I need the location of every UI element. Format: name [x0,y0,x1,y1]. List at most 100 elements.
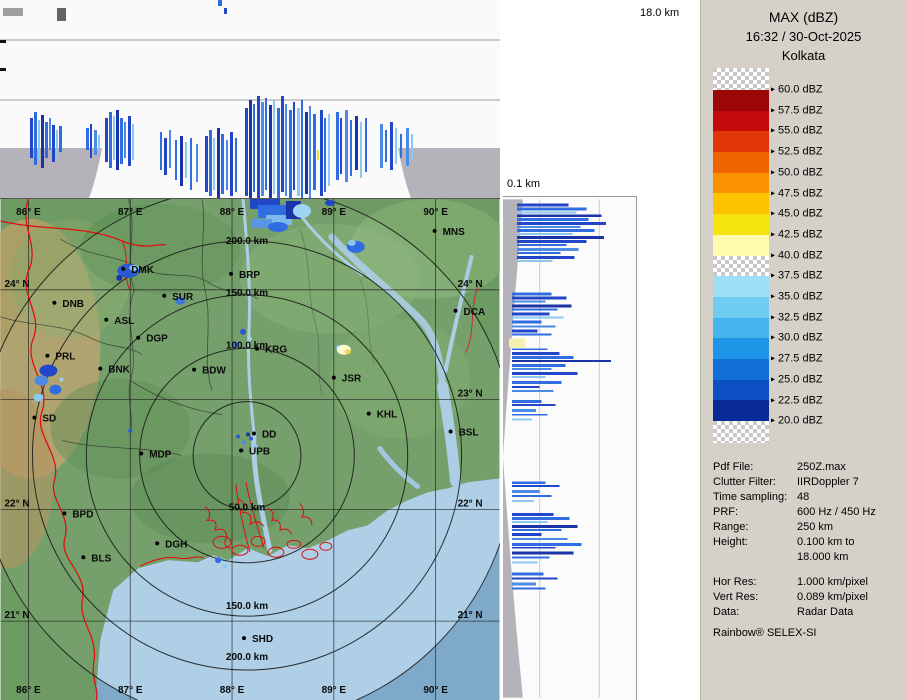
colorbar-label-row: ▸ 52.5 dBZ [771,145,823,157]
scale-arrow-icon: ▸ [771,394,776,404]
brand-label: Rainbow® SELEX-SI [713,627,817,639]
top-height-profile-panel [0,0,500,198]
scale-arrow-icon: ▸ [771,208,776,218]
city-label: BPD [72,509,93,520]
colorbar-label: 37.5 dBZ [778,269,823,282]
info-row: Pdf File: 250Z.max [713,460,905,475]
info-value: Radar Data [797,606,854,618]
colorbar-label: 45.0 dBZ [778,207,823,220]
dbz-colorbar: ▸ 60.0 dBZ ▸ 57.5 dBZ ▸ 55.0 dBZ ▸ 52.5 dBZ ▸ 50.… [713,68,903,446]
legend-header: MAX (dBZ) 16:32 / 30-Oct-2025 Kolkata [701,0,906,65]
colorbar-label: 42.5 dBZ [778,228,823,241]
colorbar-label-row: ▸ 20.0 dBZ [771,415,823,427]
city-label: KHL [377,410,398,421]
latitude-label: 22° N [458,498,483,509]
station-name: Kolkata [781,48,826,63]
colorbar-label-row: ▸ 32.5 dBZ [771,311,823,323]
info-value: 0.089 km/pixel [797,591,868,603]
radar-map: 86° E 86° E 87° E 87° E 88° E 88° E 89° E 89° E… [0,199,500,700]
colorbar-label-row: ▸ 27.5 dBZ [771,352,823,364]
colorbar-label-row: ▸ 37.5 dBZ [771,270,823,282]
colorbar-label-row: ▸ 40.0 dBZ [771,249,823,261]
city-label: MDP [149,449,172,460]
city-dot [453,308,458,313]
city-dot [448,429,453,434]
longitude-label: 86° E [16,685,41,696]
city-label: BSL [459,428,479,439]
colorbar-label: 22.5 dBZ [778,393,823,406]
longitude-label: 90° E [423,685,448,696]
info-value: 250 km [797,521,834,533]
info-label: PRF: [713,506,739,518]
scale-arrow-icon: ▸ [771,249,776,259]
colorbar-label: 27.5 dBZ [778,352,823,365]
city-dot [162,293,167,298]
info-value: 250Z.max [797,461,846,473]
scale-arrow-icon: ▸ [771,353,776,363]
colorbar-label: 40.0 dBZ [778,248,823,261]
city-dot [45,353,50,358]
colorbar-label: 20.0 dBZ [778,414,823,427]
info-label: Vert Res: [713,591,759,603]
scale-arrow-icon: ▸ [771,374,776,384]
colorbar-label-row: ▸ 45.0 dBZ [771,208,823,220]
city-label: MNS [443,227,466,238]
range-ring-label: 50.0 km [229,502,266,513]
info-value: IIRDoppler 7 [797,476,859,488]
info-label: Hor Res: [713,576,757,588]
colorbar-label-row: ▸ 42.5 dBZ [771,228,823,240]
height-axis-min-label: 0.1 km [507,178,541,190]
info-label: Clutter Filter: [713,476,776,488]
info-value: 18.000 km [797,551,849,563]
info-row: Range: 250 km [713,520,905,535]
radar-map-panel: 86° E 86° E 87° E 87° E 88° E 88° E 89° E 89° E… [0,198,500,700]
colorbar-label: 32.5 dBZ [778,311,823,324]
longitude-label: 89° E [322,685,347,696]
info-label: Range: [713,521,749,533]
longitude-label: 88° E [220,207,245,218]
longitude-label: 90° E [423,207,448,218]
city-label: DCA [464,307,486,318]
city-dot [331,375,336,380]
city-dot [98,366,103,371]
info-value: 600 Hz / 450 Hz [797,506,876,518]
info-row: Data: Radar Data [713,605,905,620]
city-label: UPB [249,446,270,457]
city-dot [254,346,259,351]
scale-arrow-icon: ▸ [771,229,776,239]
scale-arrow-icon: ▸ [771,270,776,280]
legend-panel: MAX (dBZ) 16:32 / 30-Oct-2025 Kolkata ▸ 6… [700,0,906,700]
latitude-label: 24° N [458,279,483,290]
city-dot [192,367,197,372]
city-label: BDW [202,366,226,377]
profile-background [503,199,636,698]
info-value: 1.000 km/pixel [797,576,868,588]
product-title: MAX (dBZ) [768,9,839,25]
colorbar-label: 60.0 dBZ [778,83,823,96]
info-row: PRF: 600 Hz / 450 Hz [713,505,905,520]
latitude-label: 23° N [458,389,483,400]
latitude-label: 21° N [4,610,29,621]
city-label: ASL [114,316,134,327]
city-dot [136,335,141,340]
scale-arrow-icon: ▸ [771,291,776,301]
latitude-label: 21° N [458,610,483,621]
longitude-label: 88° E [220,685,245,696]
colorbar-label: 35.0 dBZ [778,290,823,303]
range-ring-label: 200.0 km [226,652,268,663]
colorbar-label-row: ▸ 47.5 dBZ [771,187,823,199]
info-row: Hor Res: 1.000 km/pixel [713,575,905,590]
city-label: BLS [91,553,111,564]
city-dot [52,300,57,305]
city-dot [229,271,234,276]
longitude-label: 87° E [118,207,143,218]
info-value: 48 [797,491,810,503]
timestamp: 16:32 / 30-Oct-2025 [745,29,862,44]
colorbar-label-row: ▸ 60.0 dBZ [771,83,823,95]
info-row: Time sampling: 48 [713,490,905,505]
range-ring-label: 100.0 km [226,341,268,352]
colorbar-label-row: ▸ 22.5 dBZ [771,394,823,406]
scale-arrow-icon: ▸ [771,125,776,135]
colorbar-label: 57.5 dBZ [778,104,823,117]
colorbar-label: 47.5 dBZ [778,186,823,199]
